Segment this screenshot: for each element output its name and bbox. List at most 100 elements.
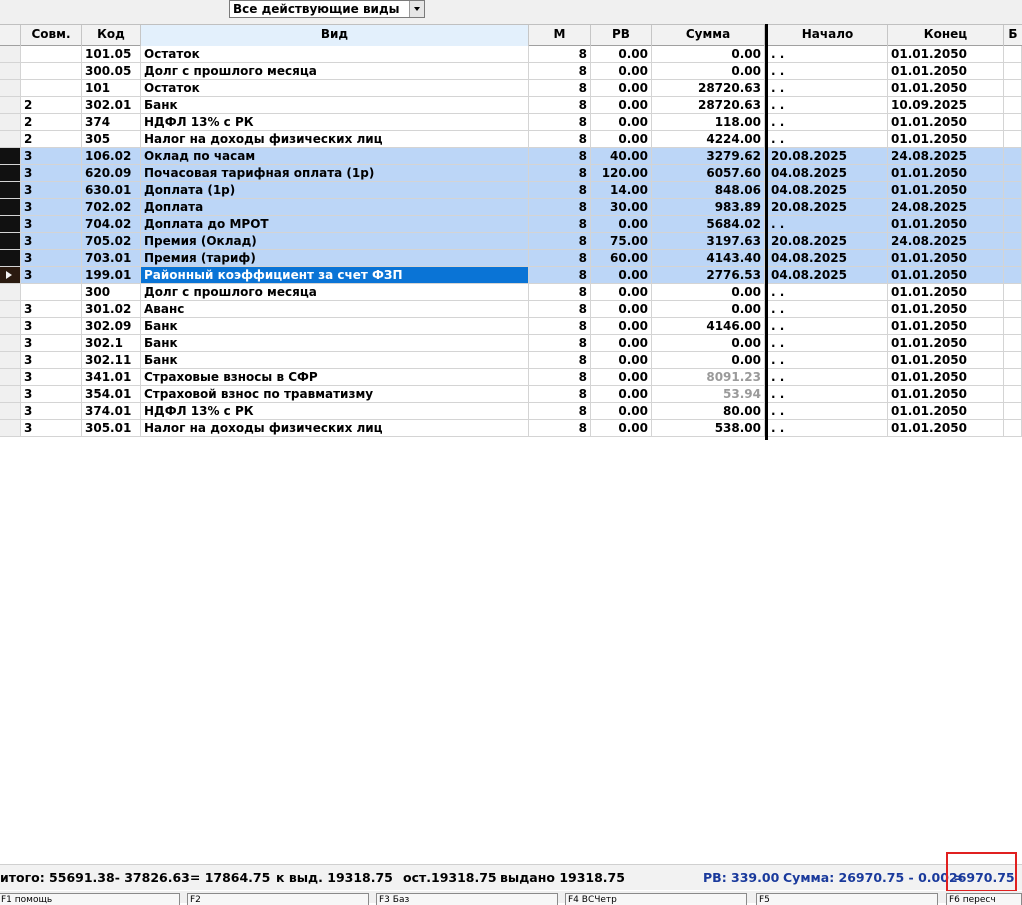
cell-m[interactable]: 8 bbox=[529, 352, 591, 369]
table-row[interactable]: 2 305 Налог на доходы физических лиц 8 0.00 4… bbox=[0, 131, 1022, 148]
cell-kod[interactable]: 302.01 bbox=[82, 97, 141, 114]
cell-summa[interactable]: 538.00 bbox=[652, 420, 765, 437]
cell-kod[interactable]: 300.05 bbox=[82, 63, 141, 80]
table-row[interactable]: 3 199.01 Районный коэффициент за счет ФЗП 8… bbox=[0, 267, 1022, 284]
cell-sovm[interactable]: 3 bbox=[21, 420, 82, 437]
cell-summa[interactable]: 5684.02 bbox=[652, 216, 765, 233]
table-row[interactable]: 3 630.01 Доплата (1р) 8 14.00 848.06 04.08.202… bbox=[0, 182, 1022, 199]
cell-summa[interactable]: 0.00 bbox=[652, 335, 765, 352]
cell-vid[interactable]: НДФЛ 13% с РК bbox=[141, 114, 529, 131]
cell-m[interactable]: 8 bbox=[529, 131, 591, 148]
cell-rv[interactable]: 14.00 bbox=[591, 182, 652, 199]
cell-nachalo[interactable]: 20.08.2025 bbox=[768, 233, 888, 250]
cell-kod[interactable]: 305.01 bbox=[82, 420, 141, 437]
table-row[interactable]: 300 Долг с прошлого месяца 8 0.00 0.00. . 01.… bbox=[0, 284, 1022, 301]
cell-nachalo[interactable]: 04.08.2025 bbox=[768, 267, 888, 284]
cell-konec[interactable]: 01.01.2050 bbox=[888, 318, 1004, 335]
cell-konec[interactable]: 01.01.2050 bbox=[888, 63, 1004, 80]
cell-m[interactable]: 8 bbox=[529, 301, 591, 318]
header-kod[interactable]: Код bbox=[82, 25, 141, 46]
cell-vid[interactable]: Банк bbox=[141, 318, 529, 335]
cell-summa[interactable]: 4143.40 bbox=[652, 250, 765, 267]
cell-sovm[interactable]: 3 bbox=[21, 250, 82, 267]
cell-nachalo[interactable]: . . bbox=[768, 335, 888, 352]
cell-rv[interactable]: 120.00 bbox=[591, 165, 652, 182]
cell-nachalo[interactable]: . . bbox=[768, 46, 888, 63]
cell-extra[interactable] bbox=[1004, 318, 1022, 335]
cell-rv[interactable]: 0.00 bbox=[591, 216, 652, 233]
table-row[interactable]: 3 301.02 Аванс 8 0.00 0.00. . 01.01.2050 bbox=[0, 301, 1022, 318]
cell-sovm[interactable]: 3 bbox=[21, 301, 82, 318]
cell-nachalo[interactable]: . . bbox=[768, 301, 888, 318]
cell-m[interactable]: 8 bbox=[529, 199, 591, 216]
cell-extra[interactable] bbox=[1004, 131, 1022, 148]
cell-nachalo[interactable]: . . bbox=[768, 420, 888, 437]
cell-m[interactable]: 8 bbox=[529, 233, 591, 250]
cell-konec[interactable]: 01.01.2050 bbox=[888, 131, 1004, 148]
cell-rv[interactable]: 0.00 bbox=[591, 267, 652, 284]
cell-nachalo[interactable]: 04.08.2025 bbox=[768, 250, 888, 267]
cell-nachalo[interactable]: . . bbox=[768, 386, 888, 403]
cell-nachalo[interactable]: . . bbox=[768, 284, 888, 301]
cell-nachalo[interactable]: 20.08.2025 bbox=[768, 199, 888, 216]
cell-rv[interactable]: 0.00 bbox=[591, 97, 652, 114]
cell-konec[interactable]: 01.01.2050 bbox=[888, 369, 1004, 386]
cell-konec[interactable]: 24.08.2025 bbox=[888, 199, 1004, 216]
cell-sovm[interactable]: 3 bbox=[21, 165, 82, 182]
f3-key[interactable]: F3 Баз bbox=[376, 893, 558, 905]
cell-vid[interactable]: Долг с прошлого месяца bbox=[141, 63, 529, 80]
cell-kod[interactable]: 704.02 bbox=[82, 216, 141, 233]
cell-rv[interactable]: 0.00 bbox=[591, 386, 652, 403]
table-row[interactable]: 101.05 Остаток 8 0.00 0.00. . 01.01.2050 bbox=[0, 46, 1022, 63]
cell-rv[interactable]: 0.00 bbox=[591, 63, 652, 80]
cell-extra[interactable] bbox=[1004, 233, 1022, 250]
cell-vid[interactable]: Налог на доходы физических лиц bbox=[141, 131, 529, 148]
cell-nachalo[interactable]: . . bbox=[768, 403, 888, 420]
cell-sovm[interactable]: 3 bbox=[21, 403, 82, 420]
f2-key[interactable]: F2 bbox=[187, 893, 369, 905]
table-row[interactable]: 3 305.01 Налог на доходы физических лиц 8 0.… bbox=[0, 420, 1022, 437]
table-row[interactable]: 3 620.09 Почасовая тарифная оплата (1р) 8 12… bbox=[0, 165, 1022, 182]
cell-vid[interactable]: Банк bbox=[141, 335, 529, 352]
row-indicator[interactable] bbox=[0, 148, 21, 165]
cell-summa[interactable]: 80.00 bbox=[652, 403, 765, 420]
cell-m[interactable]: 8 bbox=[529, 318, 591, 335]
cell-m[interactable]: 8 bbox=[529, 403, 591, 420]
row-indicator[interactable] bbox=[0, 301, 21, 318]
cell-konec[interactable]: 01.01.2050 bbox=[888, 420, 1004, 437]
cell-vid[interactable]: Оклад по часам bbox=[141, 148, 529, 165]
header-nachalo[interactable]: Начало bbox=[768, 25, 888, 46]
cell-summa[interactable]: 2776.53 bbox=[652, 267, 765, 284]
cell-m[interactable]: 8 bbox=[529, 420, 591, 437]
cell-konec[interactable]: 01.01.2050 bbox=[888, 335, 1004, 352]
cell-summa[interactable]: 118.00 bbox=[652, 114, 765, 131]
row-indicator[interactable] bbox=[0, 352, 21, 369]
cell-konec[interactable]: 01.01.2050 bbox=[888, 267, 1004, 284]
table-row[interactable]: 101 Остаток 8 0.00 28720.63. . 01.01.2050 bbox=[0, 80, 1022, 97]
cell-rv[interactable]: 0.00 bbox=[591, 46, 652, 63]
cell-vid[interactable]: Остаток bbox=[141, 46, 529, 63]
row-indicator[interactable] bbox=[0, 420, 21, 437]
cell-konec[interactable]: 24.08.2025 bbox=[888, 148, 1004, 165]
cell-m[interactable]: 8 bbox=[529, 182, 591, 199]
cell-rv[interactable]: 0.00 bbox=[591, 80, 652, 97]
cell-m[interactable]: 8 bbox=[529, 216, 591, 233]
cell-sovm[interactable] bbox=[21, 80, 82, 97]
cell-konec[interactable]: 01.01.2050 bbox=[888, 250, 1004, 267]
cell-vid[interactable]: Страховой взнос по травматизму bbox=[141, 386, 529, 403]
cell-extra[interactable] bbox=[1004, 165, 1022, 182]
cell-kod[interactable]: 302.09 bbox=[82, 318, 141, 335]
cell-sovm[interactable]: 3 bbox=[21, 318, 82, 335]
cell-rv[interactable]: 40.00 bbox=[591, 148, 652, 165]
cell-vid[interactable]: Премия (Оклад) bbox=[141, 233, 529, 250]
row-indicator[interactable] bbox=[0, 284, 21, 301]
cell-m[interactable]: 8 bbox=[529, 148, 591, 165]
cell-summa[interactable]: 848.06 bbox=[652, 182, 765, 199]
cell-sovm[interactable]: 3 bbox=[21, 335, 82, 352]
cell-rv[interactable]: 0.00 bbox=[591, 284, 652, 301]
cell-summa[interactable]: 983.89 bbox=[652, 199, 765, 216]
cell-nachalo[interactable]: . . bbox=[768, 131, 888, 148]
cell-summa[interactable]: 4146.00 bbox=[652, 318, 765, 335]
table-row[interactable]: 3 704.02 Доплата до МРОТ 8 0.00 5684.02. . 01.… bbox=[0, 216, 1022, 233]
cell-sovm[interactable]: 3 bbox=[21, 216, 82, 233]
